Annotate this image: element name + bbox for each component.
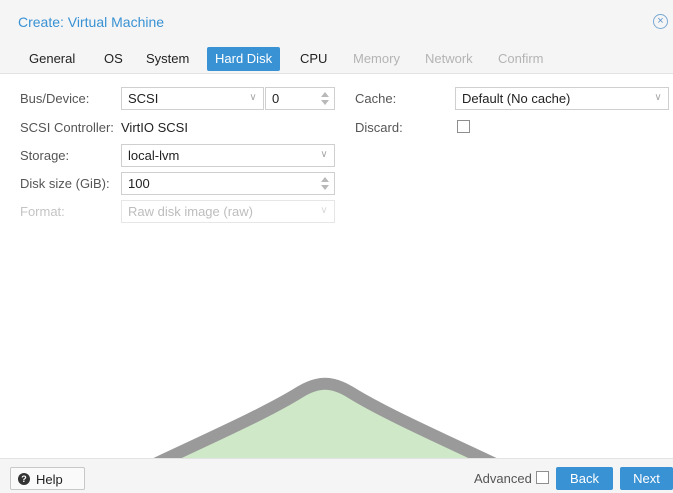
disk-size-input[interactable]: 100 xyxy=(121,172,335,195)
next-button[interactable]: Next xyxy=(620,467,673,490)
help-button-label: Help xyxy=(36,472,63,487)
tab-network: Network xyxy=(425,51,473,66)
cache-select[interactable]: Default (No cache) ∨ xyxy=(455,87,669,110)
tab-os[interactable]: OS xyxy=(96,47,131,71)
question-circle-icon: ? xyxy=(18,473,30,485)
advanced-label: Advanced xyxy=(474,471,532,486)
back-button[interactable]: Back xyxy=(556,467,613,490)
chevron-down-icon: ∨ xyxy=(654,92,662,103)
bus-value: SCSI xyxy=(128,91,159,106)
tab-cpu[interactable]: CPU xyxy=(292,47,335,71)
chevron-down-icon: ∨ xyxy=(320,205,328,216)
tab-memory: Memory xyxy=(353,51,400,66)
storage-select[interactable]: local-lvm ∨ xyxy=(121,144,335,167)
dialog-titlebar: Create: Virtual Machine × xyxy=(0,0,673,44)
spinner-arrows-icon[interactable] xyxy=(319,90,331,107)
create-vm-dialog: Create: Virtual Machine × General OS Sys… xyxy=(0,0,673,493)
format-label: Format: xyxy=(20,204,65,219)
format-select: Raw disk image (raw) ∨ xyxy=(121,200,335,223)
cache-value: Default (No cache) xyxy=(462,91,571,106)
close-icon[interactable]: × xyxy=(653,14,668,29)
device-number-spinner[interactable]: 0 xyxy=(265,87,335,110)
discard-label: Discard: xyxy=(355,120,403,135)
wizard-tabs: General OS System Hard Disk CPU Memory N… xyxy=(0,44,673,74)
advanced-checkbox[interactable] xyxy=(536,471,549,484)
scsi-controller-value: VirtIO SCSI xyxy=(121,120,188,135)
tab-system[interactable]: System xyxy=(138,47,197,71)
scsi-controller-label: SCSI Controller: xyxy=(20,120,114,135)
tab-confirm: Confirm xyxy=(498,51,544,66)
spinner-arrows-icon[interactable] xyxy=(319,175,331,192)
storage-value: local-lvm xyxy=(128,148,180,163)
disk-size-value: 100 xyxy=(128,176,150,191)
format-value: Raw disk image (raw) xyxy=(128,204,253,219)
storage-label: Storage: xyxy=(20,148,70,163)
disk-size-label: Disk size (GiB): xyxy=(20,176,110,191)
help-button[interactable]: ? Help xyxy=(10,467,85,490)
device-number-value: 0 xyxy=(272,91,280,106)
tab-hard-disk[interactable]: Hard Disk xyxy=(207,47,281,71)
dialog-title: Create: Virtual Machine xyxy=(18,14,165,30)
chevron-down-icon: ∨ xyxy=(249,92,257,103)
bus-select[interactable]: SCSI ∨ xyxy=(121,87,264,110)
dialog-footer: ? Help Advanced Back Next xyxy=(0,458,673,493)
chevron-down-icon: ∨ xyxy=(320,149,328,160)
discard-checkbox[interactable] xyxy=(457,120,470,133)
cache-label: Cache: xyxy=(355,91,397,106)
tab-general[interactable]: General xyxy=(21,47,83,71)
bus-device-label: Bus/Device: xyxy=(20,91,90,106)
